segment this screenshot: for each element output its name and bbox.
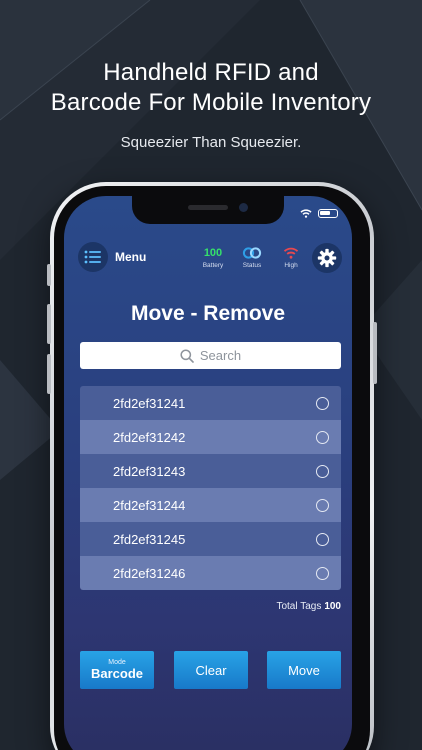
search-placeholder: Search: [199, 348, 242, 363]
tag-id: 2fd2ef31241: [113, 395, 186, 411]
clear-label: Clear: [195, 662, 227, 678]
front-camera: [239, 203, 248, 212]
tag-row[interactable]: 2fd2ef31243: [80, 454, 341, 488]
search-input[interactable]: Search: [80, 342, 341, 369]
system-battery-icon: [318, 209, 338, 218]
wifi-icon: [300, 209, 312, 218]
list-menu-icon: [84, 250, 101, 264]
signal-label: High: [284, 262, 298, 269]
phone-power-button: [373, 322, 377, 384]
tag-id: 2fd2ef31246: [113, 565, 186, 581]
menu-button[interactable]: [78, 242, 108, 272]
link-rings-icon: [232, 246, 272, 260]
status-label: Status: [242, 262, 262, 269]
move-label: Move: [288, 662, 320, 678]
app-screen: Menu 100 Battery Status High Move - Remo…: [64, 196, 352, 750]
tag-id: 2fd2ef31244: [113, 497, 186, 513]
promo-headline: Handheld RFID and Barcode For Mobile Inv…: [0, 58, 422, 118]
battery-value: 100: [203, 246, 223, 259]
total-tags: Total Tags 100: [276, 601, 341, 612]
tag-id: 2fd2ef31245: [113, 531, 186, 547]
battery-label: Battery: [202, 262, 224, 269]
tag-row[interactable]: 2fd2ef31246: [80, 556, 341, 590]
tag-select-radio[interactable]: [316, 532, 329, 546]
tag-list: 2fd2ef31241 2fd2ef31242 2fd2ef31243 2fd2…: [80, 386, 341, 590]
phone-notch: [132, 196, 284, 224]
status-indicator: Status: [232, 246, 272, 269]
tag-select-radio[interactable]: [316, 464, 329, 478]
wifi-signal-icon: [271, 246, 311, 260]
mode-barcode-button[interactable]: Mode Barcode: [80, 651, 154, 689]
total-tags-label: Total Tags: [276, 601, 322, 612]
tag-select-radio[interactable]: [316, 396, 329, 410]
tag-row[interactable]: 2fd2ef31244: [80, 488, 341, 522]
tag-row[interactable]: 2fd2ef31241: [80, 386, 341, 420]
menu-label[interactable]: Menu: [115, 250, 146, 264]
phone-frame: Menu 100 Battery Status High Move - Remo…: [47, 182, 377, 750]
tag-select-radio[interactable]: [316, 430, 329, 444]
speaker-grille: [188, 205, 228, 210]
tag-row[interactable]: 2fd2ef31245: [80, 522, 341, 556]
promo-tagline: Squeezier Than Squeezier.: [120, 134, 302, 151]
phone-mute-switch: [47, 264, 51, 286]
move-button[interactable]: Move: [267, 651, 341, 689]
search-icon: [180, 348, 194, 363]
mode-value: Barcode: [90, 666, 144, 681]
phone-volume-down: [47, 354, 51, 394]
signal-indicator: High: [271, 246, 311, 269]
page-title: Move - Remove: [130, 302, 286, 325]
tag-select-radio[interactable]: [316, 566, 329, 580]
tag-row[interactable]: 2fd2ef31242: [80, 420, 341, 454]
tag-select-radio[interactable]: [316, 498, 329, 512]
headline-line-2: Barcode For Mobile Inventory: [50, 89, 372, 116]
total-tags-value: 100: [324, 601, 341, 612]
settings-button[interactable]: [312, 243, 342, 273]
gear-icon: [317, 248, 337, 268]
tag-id: 2fd2ef31242: [113, 429, 186, 445]
system-status-icons: [300, 209, 338, 218]
battery-indicator: 100 Battery: [193, 246, 233, 270]
headline-line-1: Handheld RFID and: [103, 59, 319, 86]
phone-volume-up: [47, 304, 51, 344]
clear-button[interactable]: Clear: [174, 651, 248, 689]
tag-id: 2fd2ef31243: [113, 463, 186, 479]
